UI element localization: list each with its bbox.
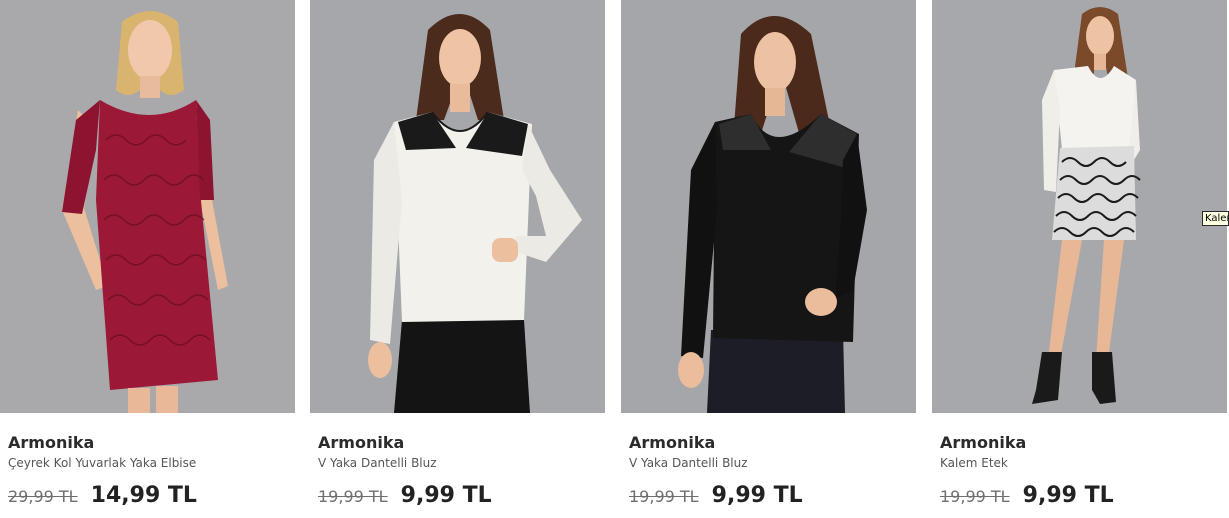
red-dress-model-illustration bbox=[0, 0, 295, 413]
old-price: 19,99 TL bbox=[629, 487, 699, 506]
product-image[interactable] bbox=[932, 0, 1227, 413]
price-row: 19,99 TL 9,99 TL bbox=[629, 483, 908, 508]
product-brand[interactable]: Armonika bbox=[318, 433, 597, 453]
product-brand[interactable]: Armonika bbox=[8, 433, 287, 453]
old-price: 19,99 TL bbox=[940, 487, 1010, 506]
product-name[interactable]: Çeyrek Kol Yuvarlak Yaka Elbise bbox=[8, 455, 287, 471]
old-price: 29,99 TL bbox=[8, 487, 78, 506]
product-card[interactable]: Armonika V Yaka Dantelli Bluz 19,99 TL 9… bbox=[310, 0, 605, 518]
sale-price: 14,99 TL bbox=[90, 483, 197, 508]
sale-price: 9,99 TL bbox=[711, 483, 803, 508]
price-row: 29,99 TL 14,99 TL bbox=[8, 483, 287, 508]
product-name[interactable]: V Yaka Dantelli Bluz bbox=[629, 455, 908, 471]
product-image[interactable] bbox=[310, 0, 605, 413]
product-card[interactable]: Armonika V Yaka Dantelli Bluz 19,99 TL 9… bbox=[621, 0, 916, 518]
product-name[interactable]: V Yaka Dantelli Bluz bbox=[318, 455, 597, 471]
product-image[interactable] bbox=[621, 0, 916, 413]
price-row: 19,99 TL 9,99 TL bbox=[318, 483, 597, 508]
sale-price: 9,99 TL bbox=[1022, 483, 1114, 508]
product-brand[interactable]: Armonika bbox=[629, 433, 908, 453]
product-card[interactable]: Armonika Kalem Etek 19,99 TL 9,99 TL bbox=[932, 0, 1227, 518]
product-grid: Armonika Çeyrek Kol Yuvarlak Yaka Elbise… bbox=[0, 0, 1229, 518]
pencil-skirt-model-illustration bbox=[932, 0, 1227, 413]
sale-price: 9,99 TL bbox=[400, 483, 492, 508]
black-blouse-model-illustration bbox=[621, 0, 916, 413]
product-image[interactable] bbox=[0, 0, 295, 413]
price-row: 19,99 TL 9,99 TL bbox=[940, 483, 1219, 508]
product-card[interactable]: Armonika Çeyrek Kol Yuvarlak Yaka Elbise… bbox=[0, 0, 295, 518]
white-blouse-model-illustration bbox=[310, 0, 605, 413]
product-name[interactable]: Kalem Etek bbox=[940, 455, 1219, 471]
old-price: 19,99 TL bbox=[318, 487, 388, 506]
product-brand[interactable]: Armonika bbox=[940, 433, 1219, 453]
image-title-tooltip: Kalem Etek bbox=[1202, 211, 1229, 226]
